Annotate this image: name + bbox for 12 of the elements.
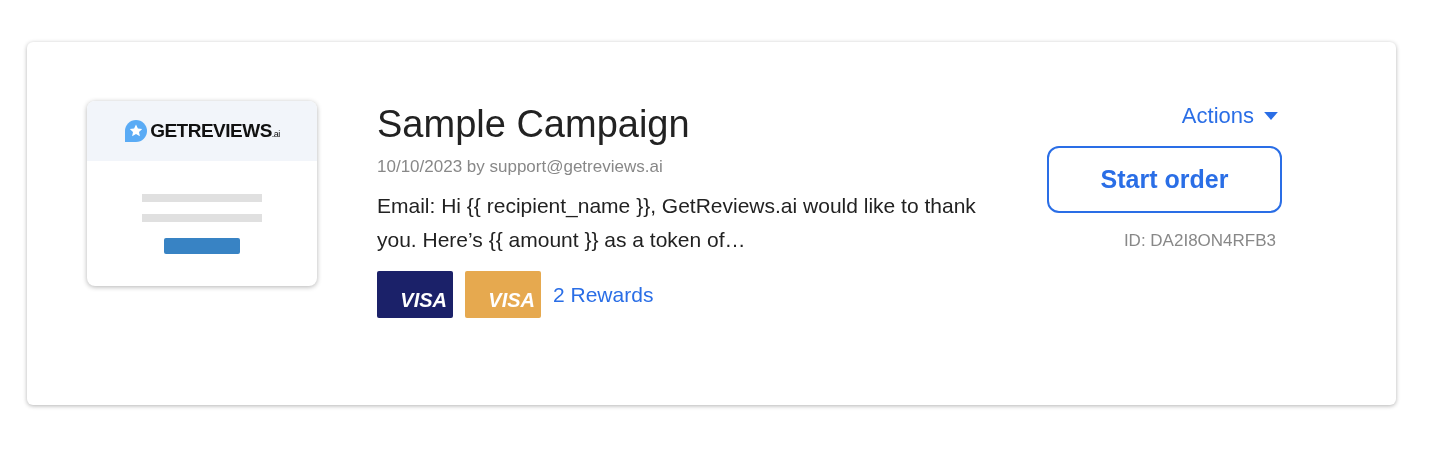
rewards-link[interactable]: 2 Rewards — [553, 282, 654, 307]
star-bubble-icon — [124, 119, 149, 143]
start-order-button[interactable]: Start order — [1047, 146, 1282, 213]
campaign-title: Sample Campaign — [377, 102, 691, 147]
message-preview: Email: Hi {{ recipient_name }}, GetReviews.ai would like to thank you. Here’s {{ amount }} as a token of… — [377, 193, 977, 253]
visa-card: VISA — [465, 271, 541, 318]
caret-icon — [1264, 112, 1278, 120]
logo-text: GETREVIEWS.ai — [150, 120, 280, 142]
campaign-id: ID: DA2I8ON4RFB3 — [1123, 231, 1277, 251]
actions-dropdown[interactable]: Actions — [1181, 103, 1282, 129]
visa-card: VISA — [377, 271, 453, 318]
campaign-meta: 10/10/2023 by support@getreviews.ai — [377, 157, 664, 177]
